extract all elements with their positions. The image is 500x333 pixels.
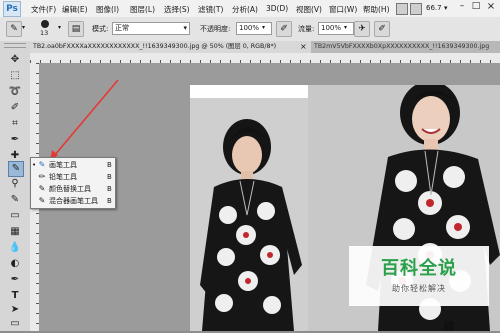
flyout-item-label: 画笔工具 [49, 161, 77, 169]
mixer-brush-icon: ✎ [38, 196, 46, 205]
flyout-item-mixer-brush[interactable]: ✎ 混合器画笔工具 B [31, 195, 115, 207]
flyout-item-color-replacement[interactable]: ✎ 颜色替换工具 B [31, 183, 115, 195]
watermark-title: 百科全说 [381, 258, 457, 279]
flyout-item-label: 混合器画笔工具 [49, 197, 98, 205]
flyout-item-pencil[interactable]: ✏ 铅笔工具 B [31, 171, 115, 183]
flyout-item-label: 铅笔工具 [49, 173, 77, 181]
color-replace-icon: ✎ [38, 184, 46, 193]
flyout-item-shortcut: B [107, 173, 112, 181]
flyout-item-shortcut: B [107, 185, 112, 193]
flyout-item-brush[interactable]: • ✎ 画笔工具 B [31, 159, 115, 171]
flyout-item-shortcut: B [107, 197, 112, 205]
flyout-item-shortcut: B [107, 161, 112, 169]
pencil-icon: ✏ [38, 172, 46, 181]
brush-tool-flyout: • ✎ 画笔工具 B ✏ 铅笔工具 B ✎ 颜色替换工具 B ✎ 混合器画笔工具… [30, 157, 116, 209]
watermark-box: 百科全说 助你轻松解决 [349, 246, 489, 306]
flyout-item-label: 颜色替换工具 [49, 185, 91, 193]
active-dot-icon: • [32, 161, 37, 169]
watermark-subtitle: 助你轻松解决 [392, 284, 446, 293]
brush-icon: ✎ [38, 160, 46, 169]
